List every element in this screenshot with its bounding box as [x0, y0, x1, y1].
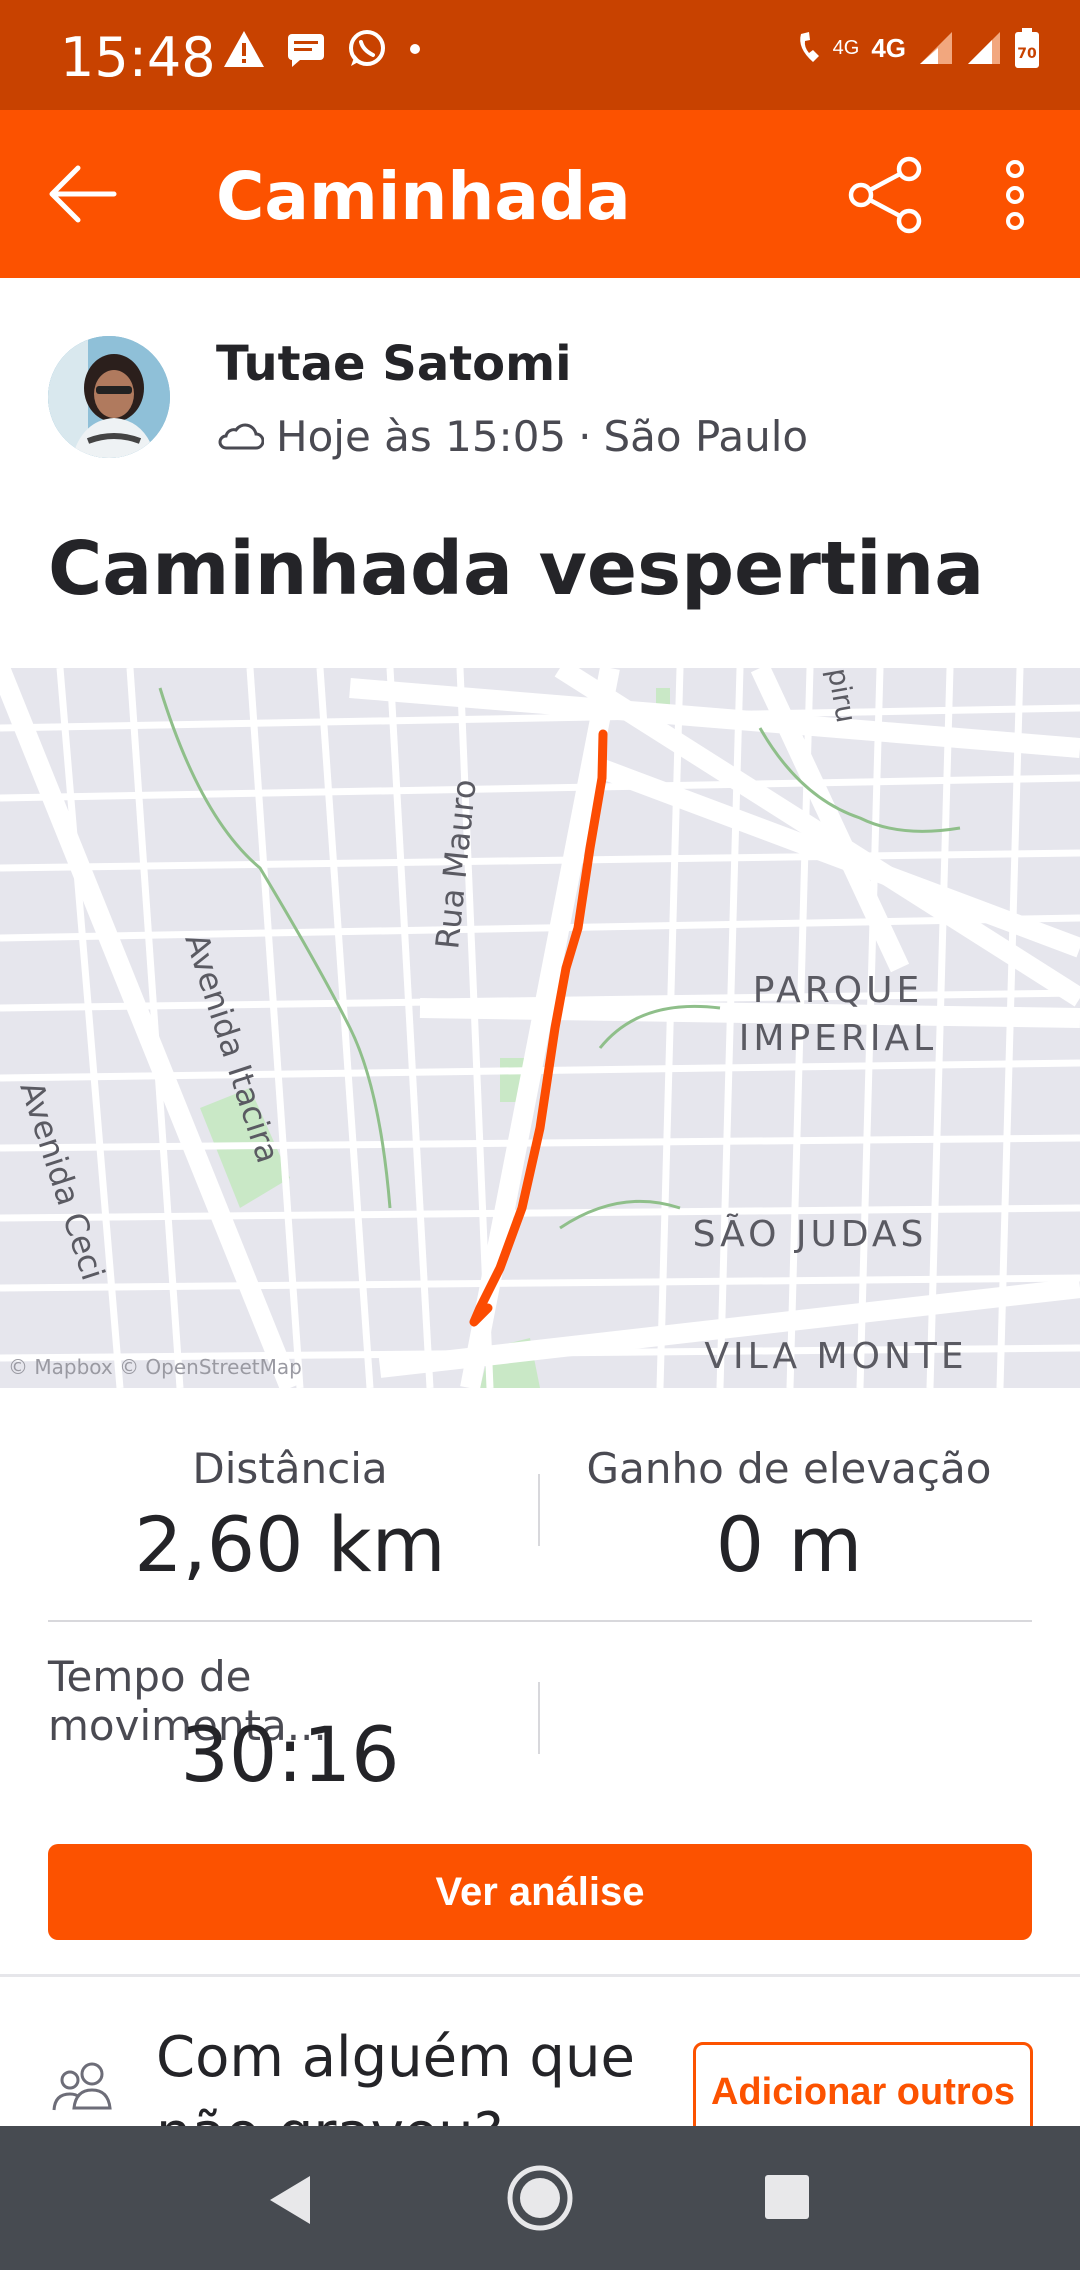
- elevation-label: Ganho de elevação: [586, 1444, 992, 1493]
- svg-text:70: 70: [1017, 46, 1037, 62]
- cloud-icon: [218, 423, 264, 449]
- signal-icon: [920, 32, 952, 64]
- status-time: 15:48: [60, 26, 216, 89]
- back-button[interactable]: [40, 158, 120, 230]
- map-canvas: Rua Mauro Avenida Itacira Avenida Ceci p…: [0, 668, 1080, 1388]
- arrow-left-icon: [49, 165, 117, 223]
- map-label-district-1a: PARQUE: [753, 970, 923, 1011]
- notification-icons: [222, 28, 422, 70]
- elevation-value: 0 m: [715, 1500, 863, 1589]
- message-icon: [288, 34, 324, 67]
- stats-row-divider: [48, 1620, 1032, 1622]
- dot-icon: [410, 44, 420, 54]
- wifi-call-icon: [799, 32, 819, 62]
- share-button[interactable]: [846, 154, 928, 236]
- map-label-district-3: VILA MONTE: [704, 1336, 967, 1377]
- section-divider: [0, 1974, 1080, 1977]
- avatar[interactable]: [48, 336, 170, 458]
- activity-title: Caminhada vespertina: [48, 526, 985, 612]
- more-vertical-icon: [1006, 160, 1024, 230]
- whatsapp-icon: [349, 30, 385, 66]
- map-label-district-2: SÃO JUDAS: [693, 1213, 928, 1255]
- activity-location: São Paulo: [603, 412, 809, 461]
- activity-meta: Hoje às 15:05 · São Paulo: [216, 412, 808, 461]
- more-options-button[interactable]: [990, 154, 1040, 236]
- battery-icon: 70: [1015, 28, 1039, 68]
- warning-icon: [224, 31, 264, 67]
- view-analysis-button[interactable]: Ver análise: [48, 1844, 1032, 1940]
- status-bar: 15:48 4G 4G 70: [0, 0, 1080, 110]
- stat-divider: [538, 1682, 540, 1754]
- app-bar: Caminhada: [0, 110, 1080, 278]
- nav-back-icon[interactable]: [262, 2170, 322, 2230]
- activity-datetime: Hoje às 15:05: [276, 412, 567, 461]
- avatar-image: [48, 336, 170, 458]
- distance-label: Distância: [192, 1444, 388, 1493]
- network-label: 4G: [871, 32, 906, 63]
- meta-separator: ·: [578, 412, 592, 461]
- athlete-name[interactable]: Tutae Satomi: [216, 336, 572, 392]
- nav-home-icon[interactable]: [504, 2162, 576, 2234]
- moving-time-value: 30:16: [180, 1710, 400, 1799]
- signal-icon: [968, 32, 1000, 64]
- system-icons: 4G 4G 70: [795, 28, 1040, 68]
- app-title: Caminhada: [216, 158, 631, 235]
- stat-divider: [538, 1474, 540, 1546]
- network-small-label: 4G: [832, 36, 860, 59]
- people-icon: [52, 2062, 112, 2111]
- system-nav-bar: [0, 2126, 1080, 2270]
- distance-value: 2,60 km: [134, 1500, 446, 1589]
- share-icon: [848, 156, 922, 234]
- map-attribution: © Mapbox © OpenStreetMap: [8, 1355, 302, 1379]
- nav-recent-icon[interactable]: [762, 2172, 812, 2222]
- map-label-district-1b: IMPERIAL: [739, 1018, 937, 1059]
- route-map[interactable]: Rua Mauro Avenida Itacira Avenida Ceci p…: [0, 668, 1080, 1388]
